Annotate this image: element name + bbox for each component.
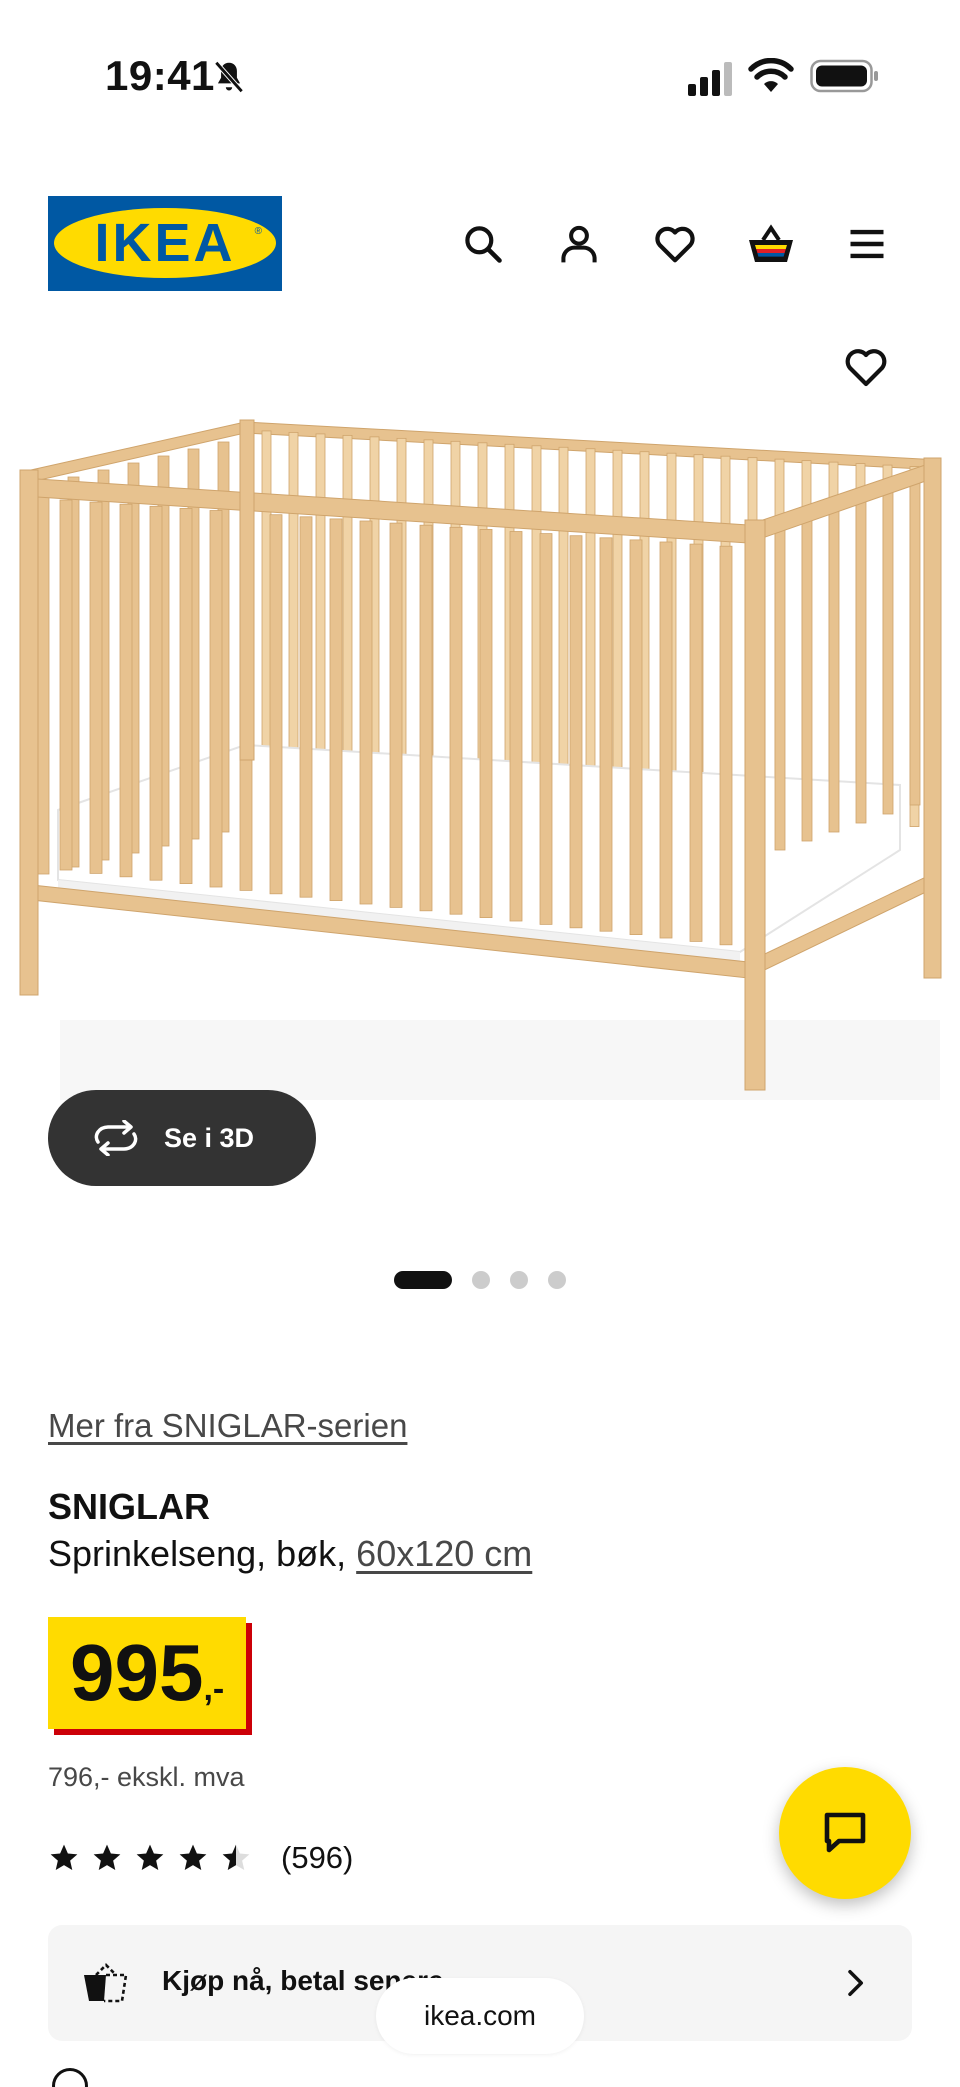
price-integer: 995 [70,1628,204,1717]
cart-dashed-icon [84,1963,128,2003]
cellular-signal-icon [688,62,732,96]
product-size-link[interactable]: 60x120 cm [356,1533,532,1574]
heart-outline-icon[interactable] [835,336,897,398]
account-icon[interactable] [549,214,609,274]
star-icon [93,1844,121,1870]
series-link[interactable]: Mer fra SNIGLAR-serien [48,1407,407,1445]
product-rating[interactable]: (596) [48,1838,353,1878]
view-in-3d-button[interactable]: Se i 3D [48,1090,316,1186]
chevron-right-icon [848,1970,863,1996]
site-header: IKEA ® [0,190,960,300]
gallery-pagination [394,1270,586,1290]
ikea-logo[interactable]: IKEA ® [48,196,282,291]
star-icon [222,1844,250,1870]
browser-url-pill[interactable]: ikea.com [376,1978,584,2054]
search-icon[interactable] [453,214,513,274]
review-count: (596) [281,1840,354,1875]
wifi-icon [748,58,794,92]
browser-url: ikea.com [423,2000,537,2031]
chat-button[interactable] [779,1767,911,1899]
wishlist-heart-icon[interactable] [645,214,705,274]
star-icon [50,1844,78,1870]
bell-slash-icon [214,61,244,93]
pagination-dot[interactable] [548,1271,566,1289]
product-description: Sprinkelseng, bøk, 60x120 cm [48,1533,532,1575]
menu-icon[interactable] [837,214,897,274]
status-time: 19:41 [105,52,215,99]
chat-bubble-icon [824,1812,866,1853]
price-tag: 995 ,- [48,1617,247,1729]
product-image[interactable] [0,400,960,1100]
view-in-3d-label: Se i 3D [164,1122,255,1153]
product-type: Sprinkelseng, bøk, [48,1533,347,1574]
pagination-dot[interactable] [510,1271,528,1289]
price-decimal: ,- [203,1670,225,1708]
price-ex-vat: 796,- ekskl. mva [48,1762,245,1792]
star-icon [179,1844,207,1870]
star-icon [136,1844,164,1870]
battery-icon [810,59,878,93]
pagination-dot[interactable] [472,1271,490,1289]
status-bar: 19:41 [0,0,960,140]
product-name: SNIGLAR [48,1486,210,1527]
rotate-arrows-icon [94,1120,138,1156]
shopping-basket-icon[interactable] [741,214,801,274]
info-icon [52,2068,88,2087]
pagination-dot[interactable] [394,1271,452,1289]
